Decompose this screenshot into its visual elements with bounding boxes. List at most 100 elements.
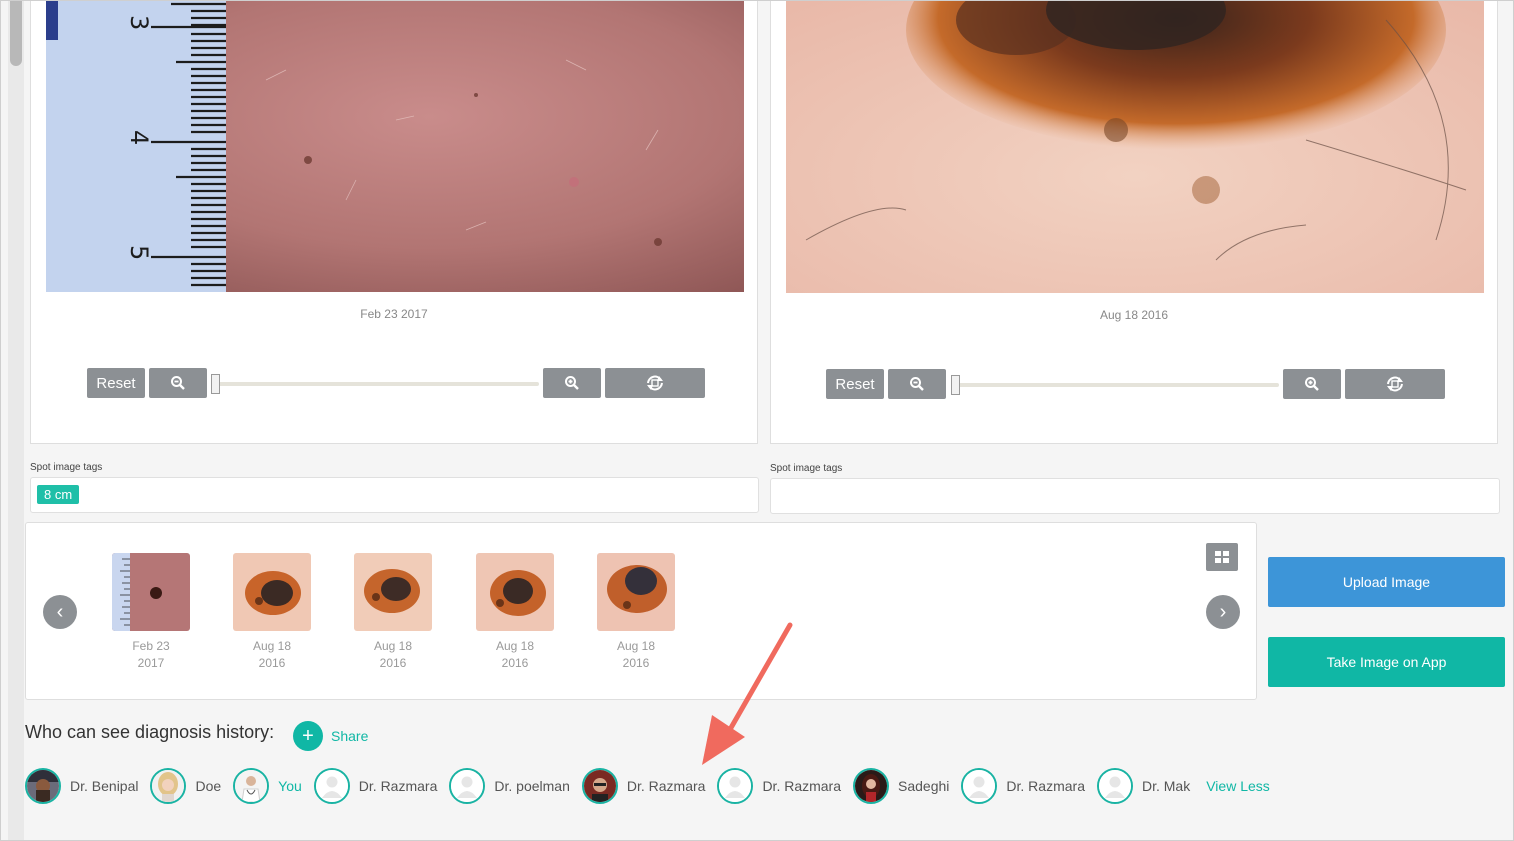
user-name: Sadeghi <box>898 778 950 794</box>
gallery-thumb[interactable]: Aug 18 2016 <box>354 553 432 672</box>
image-date: Feb 23 2017 <box>360 307 428 321</box>
chevron-left-icon: ‹ <box>56 600 64 623</box>
gallery-next-button[interactable]: › <box>1206 595 1240 629</box>
gallery-thumb[interactable]: Aug 18 2016 <box>476 553 554 672</box>
user-silhouette-icon <box>719 770 752 802</box>
user-name: Doe <box>195 778 222 794</box>
gallery-prev-button[interactable]: ‹ <box>43 595 77 629</box>
shared-users-list: Dr. Benipal Doe You Dr. Razmara Dr. poel… <box>25 766 1270 806</box>
shared-user[interactable]: Dr. Razmara <box>313 768 438 804</box>
shared-user-self[interactable]: You <box>233 768 302 804</box>
user-name: Dr. Razmara <box>1006 778 1085 794</box>
avatar <box>150 768 187 804</box>
shared-user[interactable]: Sadeghi <box>853 768 949 804</box>
thumb-year: 2016 <box>258 656 286 670</box>
avatar-placeholder <box>449 768 486 804</box>
grid-view-icon <box>1215 551 1229 563</box>
thumb-date: Aug 18 <box>252 639 292 653</box>
dermoscopy-photo[interactable] <box>786 0 1484 293</box>
image-panel-left: 3 4 5 Feb 23 2017 Reset <box>30 0 758 444</box>
tags-input[interactable] <box>770 478 1500 514</box>
user-silhouette-icon <box>315 770 348 802</box>
zoom-out-icon <box>910 377 924 391</box>
ruler-number-5: 5 <box>125 245 153 260</box>
user-name: You <box>278 778 302 794</box>
shared-user[interactable]: Dr. poelman <box>449 768 570 804</box>
zoom-in-button[interactable] <box>1283 369 1341 399</box>
thumb-year: 2016 <box>501 656 529 670</box>
zoom-in-button[interactable] <box>543 368 601 398</box>
plus-icon: + <box>293 721 323 751</box>
tag-chip[interactable]: 8 cm <box>37 485 80 504</box>
clinical-skin-photo[interactable]: 3 4 5 <box>46 0 744 292</box>
share-label: Share <box>331 728 369 744</box>
page-scrollbar-track[interactable] <box>8 0 24 841</box>
zoom-slider[interactable] <box>951 383 1279 387</box>
gallery-thumb[interactable]: Aug 18 2016 <box>233 553 311 672</box>
user-name: Dr. Benipal <box>70 778 139 794</box>
grid-view-button[interactable] <box>1206 543 1238 571</box>
gallery-thumb[interactable]: Feb 23 2017 <box>112 553 190 672</box>
shared-user[interactable]: Doe <box>150 768 221 804</box>
thumb-year: 2017 <box>137 656 165 670</box>
user-silhouette-icon <box>963 770 996 802</box>
thumb-date: Aug 18 <box>616 639 656 653</box>
shared-user[interactable]: Dr. Razmara <box>961 768 1085 804</box>
user-silhouette-icon <box>451 770 484 802</box>
thumb-date: Aug 18 <box>495 639 535 653</box>
sharing-title: Who can see diagnosis history: <box>25 722 275 742</box>
user-name: Dr. Razmara <box>358 778 438 794</box>
reset-button[interactable]: Reset <box>87 368 145 398</box>
image-date: Aug 18 2016 <box>1099 308 1169 322</box>
thumb-date: Aug 18 <box>373 639 413 653</box>
zoom-in-icon <box>1305 377 1319 391</box>
reset-button[interactable]: Reset <box>826 369 884 399</box>
tags-label: Spot image tags <box>770 463 843 474</box>
thumb-year: 2016 <box>379 656 407 670</box>
zoom-out-button[interactable] <box>888 369 946 399</box>
rotate-icon <box>1387 376 1403 392</box>
rotate-icon <box>647 375 663 391</box>
avatar-placeholder <box>1096 768 1133 804</box>
page-scrollbar-thumb[interactable] <box>10 0 22 66</box>
avatar-placeholder <box>961 768 998 804</box>
take-image-on-app-button[interactable]: Take Image on App <box>1268 637 1505 687</box>
share-button[interactable]: + Share <box>293 721 368 751</box>
zoom-out-button[interactable] <box>149 368 207 398</box>
shared-user[interactable]: Dr. Benipal <box>25 768 138 804</box>
zoom-in-icon <box>565 376 579 390</box>
avatar <box>581 768 618 804</box>
view-less-link[interactable]: View Less <box>1206 778 1270 794</box>
user-name: Dr. poelman <box>494 778 570 794</box>
thumb-date: Feb 23 <box>132 639 170 653</box>
avatar <box>853 768 890 804</box>
zoom-slider-handle[interactable] <box>951 375 960 395</box>
zoom-slider[interactable] <box>211 382 539 386</box>
shared-user[interactable]: Dr. Razmara <box>581 768 706 804</box>
avatar-placeholder <box>717 768 754 804</box>
avatar-placeholder <box>313 768 350 804</box>
image-gallery: ‹ Feb 23 2017 Aug 18 2016 Aug 18 2016 Au… <box>25 522 1257 700</box>
gallery-thumb[interactable]: Aug 18 2016 <box>597 553 675 672</box>
user-name: Dr. Razmara <box>626 778 706 794</box>
zoom-slider-handle[interactable] <box>211 374 220 394</box>
ruler-number-4: 4 <box>125 130 153 145</box>
annotation-arrow-icon <box>702 622 793 765</box>
shared-user[interactable]: Dr. Razmara <box>717 768 841 804</box>
avatar <box>233 768 270 804</box>
thumb-year: 2016 <box>622 656 650 670</box>
chevron-right-icon: › <box>1219 600 1227 623</box>
shared-user[interactable]: Dr. Mak <box>1096 768 1191 804</box>
image-panel-right: Aug 18 2016 Reset <box>770 0 1498 444</box>
avatar <box>25 768 61 804</box>
user-silhouette-icon <box>1098 770 1131 802</box>
rotate-button[interactable] <box>1345 369 1445 399</box>
rotate-button[interactable] <box>605 368 705 398</box>
user-name: Dr. Razmara <box>762 778 842 794</box>
upload-image-button[interactable]: Upload Image <box>1268 557 1505 607</box>
zoom-out-icon <box>171 376 185 390</box>
tags-input[interactable]: 8 cm <box>30 477 759 513</box>
user-name: Dr. Mak <box>1141 778 1191 794</box>
ruler-number-3: 3 <box>125 15 153 30</box>
tags-label: Spot image tags <box>30 462 103 473</box>
